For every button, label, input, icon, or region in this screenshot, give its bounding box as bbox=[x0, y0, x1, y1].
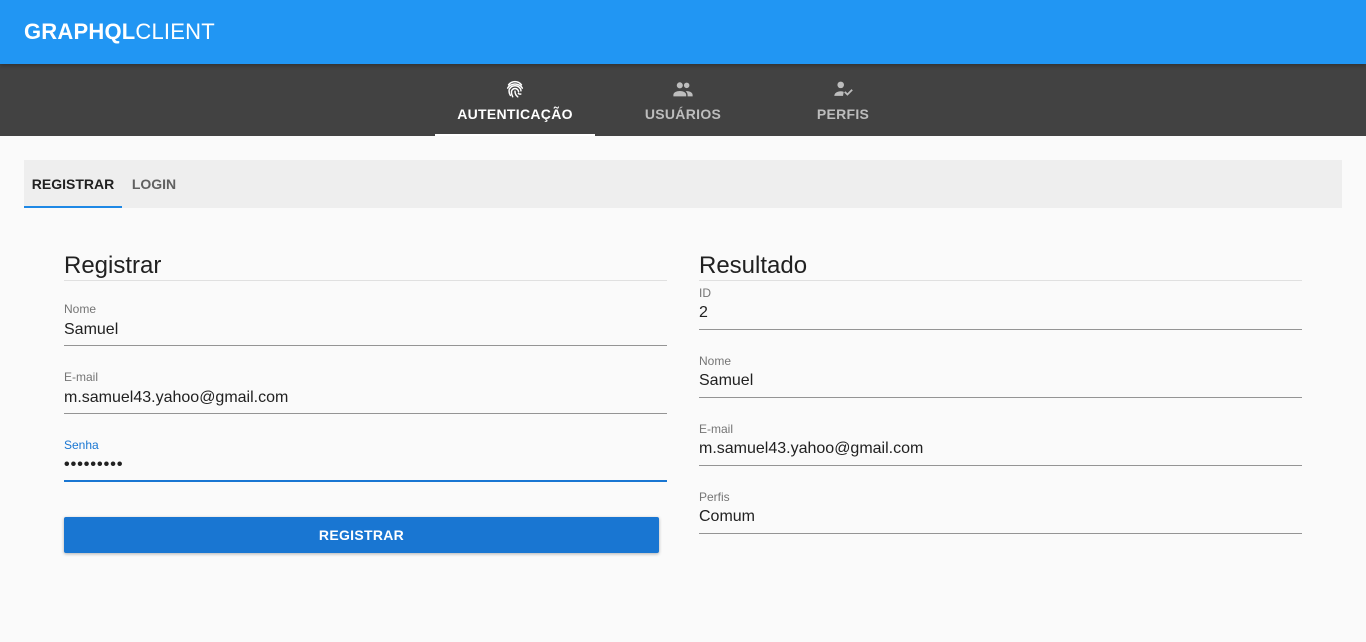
register-form-title: Registrar bbox=[64, 252, 162, 279]
result-profiles-label: Perfis bbox=[699, 490, 730, 504]
name-input-underline bbox=[64, 345, 667, 346]
password-input-underline bbox=[64, 480, 667, 482]
tab-usuarios[interactable]: USUÁRIOS bbox=[603, 64, 763, 136]
name-input[interactable] bbox=[64, 319, 667, 341]
email-input-underline bbox=[64, 413, 667, 414]
person-check-icon bbox=[834, 81, 853, 96]
tab-autenticacao-label: AUTENTICAÇÃO bbox=[457, 106, 573, 122]
app-title-light: CLIENT bbox=[135, 19, 215, 44]
subtab-active-indicator bbox=[24, 206, 122, 208]
tab-perfis-label: PERFIS bbox=[816, 106, 870, 122]
email-input[interactable] bbox=[64, 387, 667, 409]
register-button-label: REGISTRAR bbox=[318, 527, 405, 543]
register-title-divider bbox=[64, 280, 667, 281]
result-title-divider bbox=[699, 280, 1302, 281]
result-name-underline bbox=[699, 397, 1302, 398]
result-email-label: E-mail bbox=[699, 422, 734, 436]
tab-perfis[interactable]: PERFIS bbox=[763, 64, 923, 136]
password-input[interactable]: ••••••••• bbox=[64, 456, 123, 474]
password-field-label: Senha bbox=[64, 438, 99, 452]
app-bar: GRAPHQLCLIENT bbox=[0, 0, 1366, 64]
subtab-login-label: LOGIN bbox=[131, 176, 177, 192]
subtab-login[interactable]: LOGIN bbox=[122, 160, 186, 208]
active-tab-indicator bbox=[435, 134, 595, 136]
main-tabs-bar: AUTENTICAÇÃO USUÁRIOS PERFIS bbox=[0, 64, 1366, 136]
result-id-value: 2 bbox=[699, 304, 708, 321]
fingerprint-icon bbox=[506, 80, 524, 98]
app-title-bold: GRAPHQL bbox=[24, 19, 136, 44]
subtab-registrar-label: REGISTRAR bbox=[31, 176, 115, 192]
result-email-underline bbox=[699, 465, 1302, 466]
app-title: GRAPHQLCLIENT bbox=[24, 19, 215, 45]
result-id-label: ID bbox=[699, 286, 711, 300]
auth-subtabs: REGISTRAR LOGIN bbox=[24, 160, 1342, 208]
name-field-label: Nome bbox=[64, 302, 97, 316]
tab-autenticacao[interactable]: AUTENTICAÇÃO bbox=[435, 64, 595, 136]
tab-usuarios-label: USUÁRIOS bbox=[644, 106, 722, 122]
subtab-registrar[interactable]: REGISTRAR bbox=[24, 160, 122, 208]
people-icon bbox=[673, 82, 693, 97]
result-email-value: m.samuel43.yahoo@gmail.com bbox=[699, 440, 924, 457]
register-button[interactable]: REGISTRAR bbox=[64, 517, 659, 553]
result-profiles-value: Comum bbox=[699, 508, 756, 525]
email-field-label: E-mail bbox=[64, 370, 99, 384]
result-id-underline bbox=[699, 329, 1302, 330]
result-name-value: Samuel bbox=[699, 372, 754, 389]
result-profiles-underline bbox=[699, 533, 1302, 534]
result-title: Resultado bbox=[699, 252, 808, 279]
result-name-label: Nome bbox=[699, 354, 732, 368]
